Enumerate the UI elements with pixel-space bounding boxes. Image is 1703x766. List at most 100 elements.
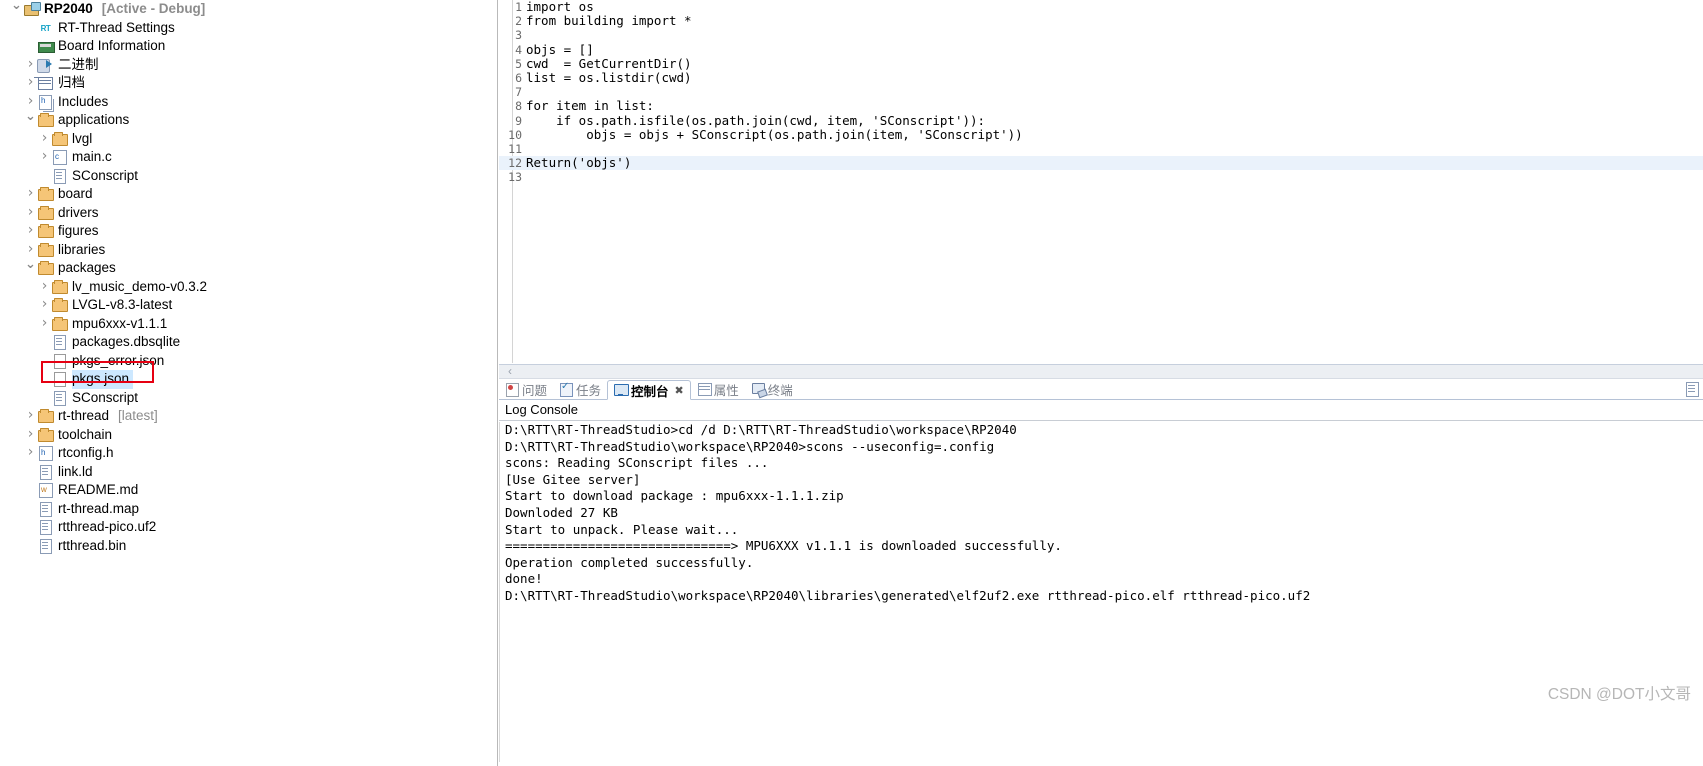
tree-item[interactable]: rtconfig.h [0, 444, 497, 463]
tree-item[interactable]: rt-thread [latest] [0, 407, 497, 426]
code-line[interactable]: 11 [499, 142, 1703, 156]
tree-item[interactable]: SConscript [0, 389, 497, 408]
view-tab[interactable]: 控制台 ✖ [607, 380, 691, 400]
tree-item[interactable]: Board Information [0, 37, 497, 56]
chevron-down-icon[interactable] [24, 259, 37, 279]
code-lines[interactable]: 1 import os 2 from building import * 3 4 objs … [499, 0, 1703, 184]
view-tab-bar[interactable]: 问题 任务 控制台 ✖ 属性 终端 [499, 379, 1703, 400]
view-tab[interactable]: 任务 [553, 379, 607, 399]
folder-icon [51, 297, 68, 313]
tree-item[interactable]: RT-Thread Settings [0, 19, 497, 38]
folder-icon [37, 223, 54, 239]
line-number: 6 [515, 70, 522, 85]
tree-item[interactable]: RP2040 [Active - Debug] [0, 0, 497, 19]
tree-item[interactable]: rtthread-pico.uf2 [0, 518, 497, 537]
code-line[interactable]: 12 Return('objs') [499, 155, 1703, 171]
tree-item-label: rtconfig.h [58, 445, 114, 460]
tree-item[interactable]: figures [0, 222, 497, 241]
chevron-right-icon[interactable] [24, 425, 37, 446]
tree-item[interactable]: link.ld [0, 463, 497, 482]
includes-icon [37, 94, 54, 110]
chevron-right-icon[interactable] [38, 295, 51, 316]
scroll-left-icon[interactable]: ‹ [508, 364, 512, 378]
w-file-icon [37, 482, 54, 499]
problems-icon [505, 382, 519, 397]
tree-item[interactable]: toolchain [0, 426, 497, 445]
chevron-right-icon[interactable] [24, 55, 37, 76]
tree-item[interactable]: mpu6xxx-v1.1.1 [0, 315, 497, 334]
tree-item[interactable]: pkgs_error.json [0, 352, 497, 371]
chevron-right-icon[interactable] [24, 73, 37, 94]
code-line[interactable]: 7 [499, 85, 1703, 99]
view-tab-label: 控制台 [631, 384, 669, 399]
code-line[interactable]: 3 [499, 28, 1703, 42]
tree-item[interactable]: lvgl [0, 130, 497, 149]
editor-tab-scroll-row[interactable]: ‹ [499, 364, 1703, 379]
tree-item-label: figures [58, 223, 99, 238]
tree-item[interactable]: pkgs.json [0, 370, 497, 389]
line-number: 2 [515, 14, 522, 29]
code-line[interactable]: 6 list = os.listdir(cwd) [499, 70, 1703, 85]
tree-item-label: mpu6xxx-v1.1.1 [72, 315, 168, 331]
chevron-right-icon[interactable] [24, 443, 37, 464]
tree-item[interactable]: SConscript [0, 167, 497, 186]
tree-item[interactable]: README.md [0, 481, 497, 500]
tree-item[interactable]: packages [0, 259, 497, 278]
chevron-right-icon[interactable] [24, 203, 37, 224]
tree-item-label: 归档 [58, 75, 85, 90]
tree-item-label: LVGL-v8.3-latest [72, 297, 173, 312]
tree-item-label: packages [58, 260, 116, 275]
chevron-right-icon[interactable] [24, 221, 37, 242]
tree-item[interactable]: libraries [0, 241, 497, 260]
tree-item[interactable]: rt-thread.map [0, 500, 497, 519]
tree-item[interactable]: main.c [0, 148, 497, 167]
view-tab[interactable]: 终端 [745, 379, 799, 399]
project-tree[interactable]: RP2040 [Active - Debug] RT-Thread Settings… [0, 0, 497, 555]
code-editor[interactable]: 1 import os 2 from building import * 3 4 objs … [499, 0, 1703, 363]
panel-view-menu-icon[interactable] [1685, 381, 1699, 397]
chevron-right-icon[interactable] [38, 147, 51, 168]
chevron-right-icon[interactable] [38, 129, 51, 150]
tree-item-suffix: [Active - Debug] [101, 1, 206, 16]
code-text: cwd = GetCurrentDir() [526, 55, 692, 71]
view-tab[interactable]: 问题 [499, 379, 553, 399]
tree-item[interactable]: 归档 [0, 74, 497, 93]
code-line[interactable]: 5 cwd = GetCurrentDir() [499, 55, 1703, 71]
tree-item[interactable]: board [0, 185, 497, 204]
tree-item[interactable]: LVGL-v8.3-latest [0, 296, 497, 315]
folder-icon [51, 316, 68, 332]
chevron-right-icon[interactable] [24, 406, 37, 427]
code-line[interactable]: 9 if os.path.isfile(os.path.join(cwd, it… [499, 113, 1703, 128]
close-icon[interactable]: ✖ [675, 384, 684, 397]
tree-item-label: libraries [58, 241, 106, 257]
code-text: Return('objs') [526, 155, 632, 171]
code-text: from building import * [526, 13, 692, 29]
watermark-text: CSDN @DOT小文哥 [1547, 686, 1691, 703]
code-line[interactable]: 13 [499, 170, 1703, 184]
chevron-right-icon[interactable] [38, 277, 51, 298]
code-line[interactable]: 10 objs = objs + SConscript(os.path.join… [499, 127, 1703, 142]
tree-item[interactable]: drivers [0, 204, 497, 223]
tree-item[interactable]: 二进制 [0, 56, 497, 75]
properties-icon [697, 382, 712, 396]
tree-item[interactable]: rtthread.bin [0, 537, 497, 556]
code-line[interactable]: 8 for item in list: [499, 99, 1703, 114]
console-log-output[interactable]: D:\RTT\RT-ThreadStudio>cd /d D:\RTT\RT-T… [505, 422, 1695, 762]
line-number: 5 [515, 56, 522, 71]
code-text: import os [526, 0, 594, 14]
tree-item[interactable]: packages.dbsqlite [0, 333, 497, 352]
chevron-right-icon[interactable] [24, 184, 37, 205]
code-line[interactable]: 1 import os [499, 0, 1703, 14]
tree-item[interactable]: Includes [0, 93, 497, 112]
tree-item[interactable]: lv_music_demo-v0.3.2 [0, 278, 497, 297]
code-line[interactable]: 4 objs = [] [499, 42, 1703, 57]
view-tab-label: 任务 [576, 383, 602, 398]
chevron-right-icon[interactable] [38, 314, 51, 335]
code-line[interactable]: 2 from building import * [499, 13, 1703, 29]
folder-icon [51, 131, 68, 147]
console-title-divider [499, 420, 1703, 421]
chevron-down-icon[interactable] [10, 0, 23, 19]
view-tab[interactable]: 属性 [691, 379, 745, 399]
chevron-down-icon[interactable] [24, 111, 37, 131]
tree-item[interactable]: applications [0, 111, 497, 130]
